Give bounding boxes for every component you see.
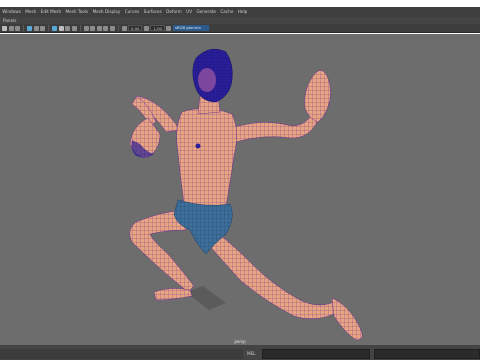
film-gate-icon[interactable]	[40, 25, 45, 31]
toolbar-divider	[48, 25, 49, 31]
wireframe-icon[interactable]	[52, 25, 57, 31]
image-plane-icon[interactable]	[27, 25, 32, 31]
grid-icon[interactable]	[33, 25, 39, 31]
menu-surfaces[interactable]: Surfaces	[141, 7, 164, 17]
gamma-field[interactable]: 1.00	[150, 25, 165, 31]
left-foot	[153, 288, 193, 301]
maya-window: Windows Mesh Edit Mesh Mesh Tools Mesh D…	[0, 0, 480, 360]
anti-aliasing-icon[interactable]	[96, 25, 102, 31]
right-hand	[304, 70, 331, 123]
lights-icon[interactable]	[71, 25, 77, 31]
menu-cache[interactable]: Cache	[218, 7, 235, 17]
exposure-icon[interactable]	[121, 25, 127, 31]
menu-edit-mesh[interactable]: Edit Mesh	[38, 7, 63, 17]
menu-deform[interactable]: Deform	[164, 7, 184, 17]
menu-mesh[interactable]: Mesh	[23, 7, 38, 17]
shadows-icon[interactable]	[83, 25, 89, 31]
main-menu-bar: Windows Mesh Edit Mesh Mesh Tools Mesh D…	[0, 7, 480, 17]
bookmark-icon[interactable]	[15, 25, 20, 31]
command-input[interactable]	[262, 349, 370, 359]
textured-icon[interactable]	[65, 25, 70, 31]
chest-marker	[195, 143, 201, 149]
right-leg	[205, 229, 343, 320]
smooth-shade-icon[interactable]	[58, 25, 64, 31]
menu-mesh-tools[interactable]: Mesh Tools	[63, 7, 90, 17]
exposure-field[interactable]: 0.00	[128, 25, 143, 31]
face	[198, 68, 216, 92]
select-camera-icon[interactable]	[2, 25, 7, 31]
gamma-icon[interactable]	[143, 25, 149, 31]
toolbar-divider	[79, 25, 81, 31]
command-output	[374, 349, 480, 359]
help-line	[0, 349, 243, 359]
menu-panels[interactable]: Panels	[0, 18, 19, 23]
color-management-icon[interactable]	[166, 25, 172, 31]
ambient-occlusion-icon[interactable]	[90, 25, 95, 31]
menu-windows[interactable]: Windows	[0, 7, 23, 17]
toolbar-divider	[117, 25, 119, 31]
right-arm	[231, 113, 319, 143]
torso	[176, 108, 237, 209]
panel-menu-bar: Panels	[0, 17, 480, 24]
xray-icon[interactable]	[109, 25, 115, 31]
ground-shadow	[186, 286, 226, 310]
character-mesh[interactable]	[129, 48, 363, 341]
view-transform-dropdown[interactable]: sRGB gamma	[172, 25, 209, 31]
command-language-label[interactable]: MEL	[247, 349, 256, 359]
viewport-canvas	[129, 48, 363, 341]
menu-mesh-display[interactable]: Mesh Display	[90, 7, 122, 17]
menu-generate[interactable]: Generate	[194, 7, 218, 17]
perspective-viewport[interactable]: persp	[0, 34, 480, 345]
isolate-select-icon[interactable]	[103, 25, 108, 31]
right-foot	[331, 297, 363, 341]
viewport-toolbar: 0.00 1.00 sRGB gamma	[0, 24, 480, 33]
menu-curves[interactable]: Curves	[123, 7, 142, 17]
menu-uv[interactable]: UV	[184, 7, 194, 17]
menu-help[interactable]: Help	[236, 7, 250, 17]
camera-label: persp	[234, 339, 246, 344]
toolbar-divider	[23, 25, 24, 31]
camera-attributes-icon[interactable]	[8, 25, 14, 31]
title-strip	[0, 0, 480, 7]
